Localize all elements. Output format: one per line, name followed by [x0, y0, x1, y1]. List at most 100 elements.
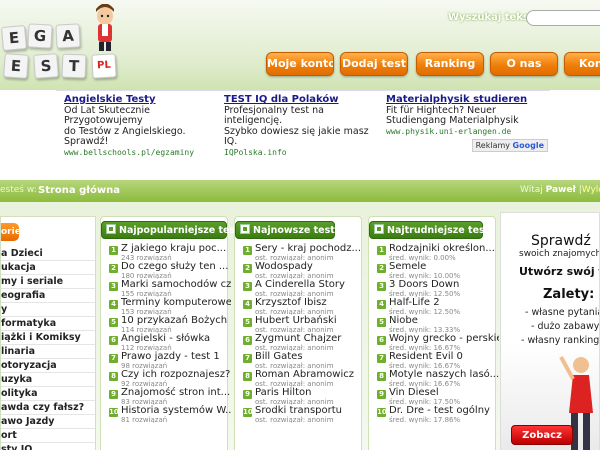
test-title-link[interactable]: Marki samochodów cz. 1 [121, 279, 231, 290]
test-title-link[interactable]: Half-Life 2 [389, 297, 440, 308]
test-title-link[interactable]: Roman Abramowicz [255, 369, 354, 380]
test-list-item[interactable]: 9 Znajomość stron int... 83 rozwiązań [109, 387, 231, 405]
nav-ranking[interactable]: Ranking [416, 52, 484, 76]
ad-title[interactable]: TEST IQ dla Polaków [224, 94, 384, 106]
test-title-link[interactable]: Motyle naszych lasó... [389, 369, 499, 380]
test-title-link[interactable]: Niobe [389, 315, 418, 326]
category-item[interactable]: iążki i Komiksy [1, 331, 95, 345]
test-title-link[interactable]: Dr. Dre - test ogólny [389, 405, 490, 416]
test-title-link[interactable]: Znajomość stron int... [121, 387, 230, 398]
test-list-item[interactable]: 10 Historia systemów W... 81 rozwiązań [109, 405, 231, 423]
test-list-item[interactable]: 33 Doors Down śred. wynik: 12.50% [377, 279, 499, 297]
category-item[interactable]: my i seriale [1, 275, 95, 289]
category-item[interactable]: ort [1, 429, 95, 443]
nav-my-account[interactable]: Moje konto [266, 52, 334, 76]
test-title-link[interactable]: Vin Diesel [389, 387, 439, 398]
test-title-link[interactable]: Wodospady [255, 261, 313, 272]
hardest-tests-title[interactable]: Najtrudniejsze testy [369, 221, 495, 239]
test-list-item[interactable]: 1 Rodzajniki określon... śred. wynik: 0.00… [377, 243, 499, 261]
newest-tests-title[interactable]: Najnowsze testy [235, 221, 341, 239]
category-item[interactable]: olityka [1, 387, 95, 401]
test-title-link[interactable]: Resident Evil 0 [389, 351, 463, 362]
search-input[interactable] [526, 10, 600, 26]
category-item[interactable]: uzyka [1, 373, 95, 387]
category-item[interactable]: eografia [1, 289, 95, 303]
test-list-item[interactable]: 6 Zygmunt Chajzer ost. rozwiązał: anonim [243, 333, 365, 351]
test-list-item[interactable]: 3Marki samochodów cz. 1155 rozwiązań [109, 279, 231, 297]
test-title-link[interactable]: Do czego służy ten ... [121, 261, 228, 272]
ad-title[interactable]: Materialphysik studieren [386, 94, 546, 106]
test-title-link[interactable]: 3 Doors Down [389, 279, 459, 290]
test-list-item[interactable]: 2 Semele śred. wynik: 10.00% [377, 261, 499, 279]
ad-url[interactable]: IQPolska.info [224, 148, 384, 159]
test-list-item[interactable]: 1 Sery - kraj pochodz... ost. rozwiązał: a… [243, 243, 365, 261]
test-list-item[interactable]: 4 Half-Life 2 śred. wynik: 12.50% [377, 297, 499, 315]
ad-url[interactable]: www.bellschools.pl/egzaminy [64, 148, 224, 159]
test-list-item[interactable]: 5 Hubert Urbański ost. rozwiązał: anonim [243, 315, 365, 333]
ad-3[interactable]: Materialphysik studieren Fit für Hightec… [386, 94, 546, 138]
test-list-item[interactable]: 8 Motyle naszych lasó... śred. wynik: 16.6… [377, 369, 499, 387]
test-title-link[interactable]: Środki transportu [255, 405, 342, 416]
category-item[interactable]: sty IQ [1, 443, 95, 450]
test-list-item[interactable]: 5 10 przykazań Bożych 114 rozwiązań [109, 315, 231, 333]
test-title-link[interactable]: Historia systemów W... [121, 405, 231, 416]
test-list-item[interactable]: 8 Czy ich rozpoznajesz? 92 rozwiązań [109, 369, 231, 387]
ad-2[interactable]: TEST IQ dla Polaków Profesjonalny test n… [224, 94, 384, 159]
test-list-item[interactable]: 7 Resident Evil 0 śred. wynik: 16.67% [377, 351, 499, 369]
test-title-link[interactable]: Sery - kraj pochodz... [255, 243, 361, 254]
test-list-item[interactable]: 3A Cinderella Story ost. rozwiązał: anoni… [243, 279, 365, 297]
ad-title[interactable]: Angielskie Testy [64, 94, 224, 106]
test-title-link[interactable]: Semele [389, 261, 426, 272]
test-list-item[interactable]: 7 Bill Gates ost. rozwiązał: anonim [243, 351, 365, 369]
breadcrumb-current[interactable]: Strona główna [38, 185, 120, 196]
test-title-link[interactable]: Paris Hilton [255, 387, 311, 398]
promo-see-button[interactable]: Zobacz [511, 425, 573, 445]
test-list-item[interactable]: 2 Do czego służy ten ... 180 rozwiązań [109, 261, 231, 279]
category-item[interactable]: ukacja [1, 261, 95, 275]
category-item[interactable]: y [1, 303, 95, 317]
test-title-link[interactable]: Hubert Urbański [255, 315, 337, 326]
nav-about[interactable]: O nas [490, 52, 558, 76]
test-list-item[interactable]: 9 Paris Hilton ost. rozwiązał: anonim [243, 387, 365, 405]
test-title-link[interactable]: A Cinderella Story [255, 279, 345, 290]
test-list-item[interactable]: 4 Terminy komputerowe 153 rozwiązań [109, 297, 231, 315]
test-list-item[interactable]: 8 Roman Abramowicz ost. rozwiązał: anonim [243, 369, 365, 387]
test-title-link[interactable]: Bill Gates [255, 351, 303, 362]
test-title-link[interactable]: Rodzajniki określon... [389, 243, 495, 254]
category-item[interactable]: linaria [1, 345, 95, 359]
ads-by-google[interactable]: Reklamy Google [471, 139, 548, 152]
test-title-link[interactable]: Czy ich rozpoznajesz? [121, 369, 230, 380]
logo[interactable]: E G A E S T PL [0, 4, 120, 79]
nav-add-test[interactable]: Dodaj test [340, 52, 408, 76]
test-list-item[interactable]: 7 Prawo jazdy - test 1 98 rozwiązań [109, 351, 231, 369]
test-list-item[interactable]: 1Z jakiego kraju poc... 243 rozwiązań [109, 243, 231, 261]
test-title-link[interactable]: Z jakiego kraju poc... [121, 243, 226, 254]
test-title-link[interactable]: Angielski - słówka [121, 333, 210, 344]
test-list-item[interactable]: 6 Angielski - słówka 112 rozwiązań [109, 333, 231, 351]
test-list-item[interactable]: 6 Wojny grecko - perskie śred. wynik: 16.6… [377, 333, 499, 351]
test-list-item[interactable]: 5 Niobe śred. wynik: 13.33% [377, 315, 499, 333]
test-list-item[interactable]: 4 Krzysztof Ibisz ost. rozwiązał: anonim [243, 297, 365, 315]
username[interactable]: Paweł [546, 185, 576, 195]
test-title-link[interactable]: Prawo jazdy - test 1 [121, 351, 220, 362]
test-title-link[interactable]: 10 przykazań Bożych [121, 315, 227, 326]
nav-contact[interactable]: Kon [564, 52, 600, 76]
create-test-promo[interactable]: Sprawdź swoich znajomych Utwórz swój tes… [500, 212, 600, 450]
test-list-item[interactable]: 10 Dr. Dre - test ogólny śred. wynik: 17.8… [377, 405, 499, 423]
test-title-link[interactable]: Zygmunt Chajzer [255, 333, 341, 344]
ad-url[interactable]: www.physik.uni-erlangen.de [386, 127, 546, 138]
test-title-link[interactable]: Terminy komputerowe [121, 297, 231, 308]
category-item[interactable]: formatyka [1, 317, 95, 331]
category-item[interactable]: awda czy fałsz? [1, 401, 95, 415]
test-list-item[interactable]: 10 Środki transportu ost. rozwiązał: anoni… [243, 405, 365, 423]
logout-link[interactable]: Wylog [582, 185, 600, 195]
popular-tests-title[interactable]: Najpopularniejsze testy [101, 221, 246, 239]
test-title-link[interactable]: Wojny grecko - perskie [389, 333, 499, 344]
test-list-item[interactable]: 2 Wodospady ost. rozwiązał: anonim [243, 261, 365, 279]
test-list-item[interactable]: 9 Vin Diesel śred. wynik: 17.50% [377, 387, 499, 405]
category-item[interactable]: a Dzieci [1, 247, 95, 261]
ad-1[interactable]: Angielskie Testy Od Lat Skutecznie Przyg… [64, 94, 224, 159]
category-item[interactable]: otoryzacja [1, 359, 95, 373]
test-title-link[interactable]: Krzysztof Ibisz [255, 297, 327, 308]
category-item[interactable]: awo Jazdy [1, 415, 95, 429]
